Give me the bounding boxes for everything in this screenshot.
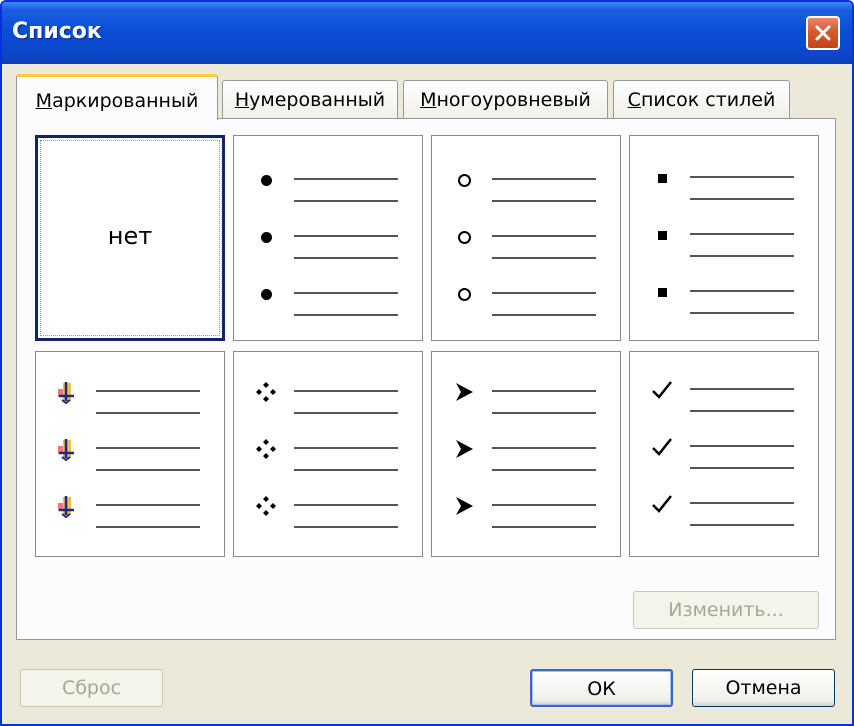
list-dialog: Список Маркированный Нумерованный Многоу… [0, 0, 854, 726]
hollow-circle-icon [457, 287, 471, 301]
four-diamond-icon [256, 496, 276, 516]
bullet-tile-none[interactable]: нет [35, 135, 225, 341]
close-icon [815, 25, 831, 41]
bullet-gallery-panel: нет Изменить... [16, 118, 836, 640]
filled-circle-icon [260, 231, 272, 243]
tab-list-styles-accelerator: С [627, 89, 641, 111]
four-diamond-icon [256, 439, 276, 459]
arrowhead-icon [456, 497, 473, 515]
filled-circle-icon [260, 288, 272, 300]
picture-bullet-icon [58, 496, 74, 519]
tab-numbered-label: умерованный [249, 89, 386, 111]
bullet-tile-hollow-circle[interactable] [431, 135, 621, 341]
tab-list-styles[interactable]: Список стилей [613, 80, 790, 118]
tab-list-styles-label: писок стилей [640, 89, 776, 111]
hollow-circle-icon [457, 230, 471, 244]
four-diamond-icon [256, 382, 276, 402]
tab-numbered[interactable]: Нумерованный [222, 80, 398, 118]
close-button[interactable] [806, 16, 840, 50]
tab-multilevel[interactable]: Многоуровневый [403, 80, 608, 118]
arrowhead-icon [456, 383, 473, 401]
checkmark-icon [652, 438, 672, 456]
checkmark-icon [652, 381, 672, 399]
tab-bulleted-accelerator: М [35, 90, 53, 112]
tab-bulleted[interactable]: Маркированный [16, 74, 218, 120]
bullet-tile-arrowhead[interactable] [431, 351, 621, 557]
bullet-tile-filled-circle[interactable] [233, 135, 423, 341]
arrowhead-icon [456, 440, 473, 458]
bullet-tile-picture[interactable] [35, 351, 225, 557]
ok-button[interactable]: ОК [530, 669, 673, 707]
dialog-title: Список [12, 19, 102, 44]
filled-square-icon [657, 287, 667, 297]
picture-bullet-icon [58, 382, 74, 405]
filled-square-icon [657, 230, 667, 240]
cancel-button[interactable]: Отмена [692, 669, 835, 707]
none-label: нет [107, 222, 153, 250]
reset-button[interactable]: Сброс [20, 669, 163, 707]
filled-square-icon [657, 173, 667, 183]
title-bar[interactable]: Список [2, 2, 852, 64]
checkmark-icon [652, 495, 672, 513]
tab-multilevel-label: ногоуровневый [436, 89, 591, 111]
picture-bullet-icon [58, 439, 74, 462]
tab-bulleted-label: аркированный [52, 90, 199, 112]
hollow-circle-icon [457, 173, 471, 187]
tab-multilevel-accelerator: М [420, 89, 437, 111]
tab-numbered-accelerator: Н [234, 89, 250, 111]
bullet-tile-four-diamond[interactable] [233, 351, 423, 557]
bullet-tile-filled-square[interactable] [629, 135, 819, 341]
filled-circle-icon [260, 174, 272, 186]
modify-button[interactable]: Изменить... [633, 591, 819, 629]
bullet-tile-checkmark[interactable] [629, 351, 819, 557]
